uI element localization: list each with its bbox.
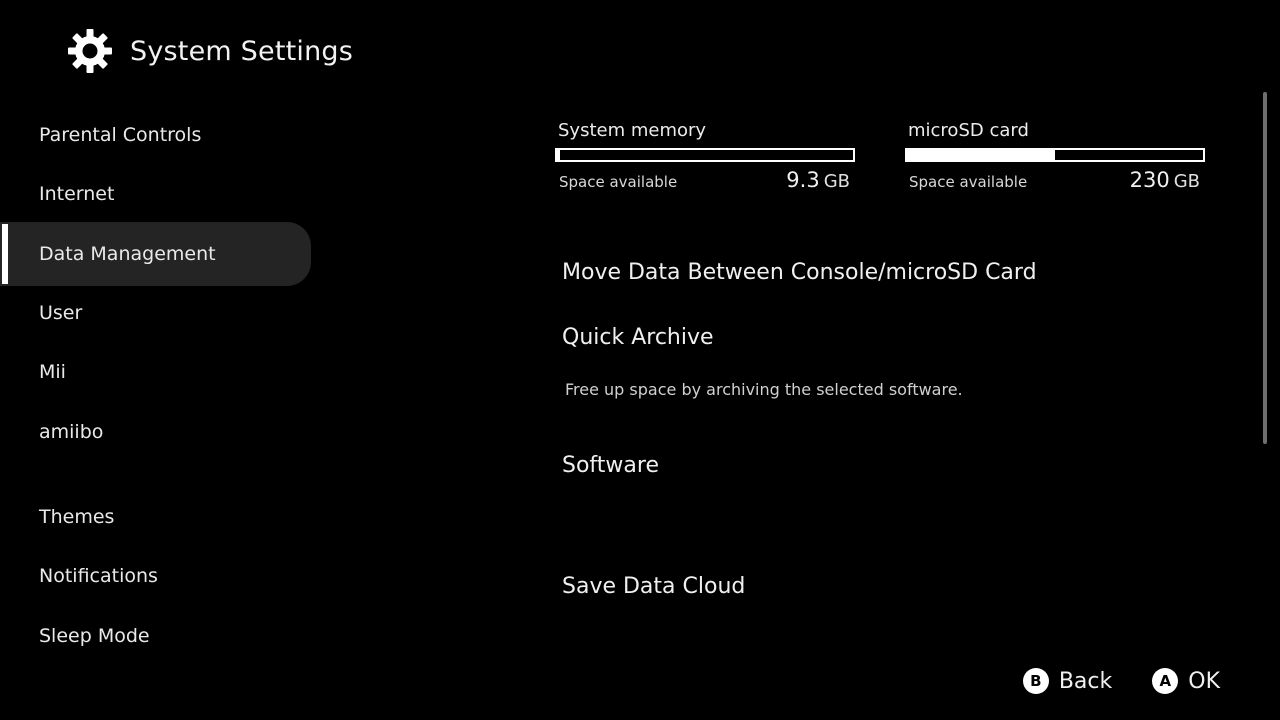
quick-archive-option[interactable]: Quick Archive — [562, 325, 714, 350]
microsd-row: Space available 230 GB — [905, 168, 1205, 192]
sidebar-item-label: User — [39, 302, 83, 324]
ok-label: OK — [1188, 668, 1220, 694]
software-option[interactable]: Software — [562, 453, 659, 478]
system-memory-bar-fill — [557, 150, 560, 160]
sidebar-item-user[interactable]: User — [0, 281, 311, 345]
back-button[interactable]: B Back — [1022, 668, 1113, 694]
sidebar-item-label: Sleep Mode — [39, 625, 150, 647]
sidebar-item-data-management[interactable]: Data Management — [0, 222, 311, 286]
sidebar-item-internet[interactable]: Internet — [0, 162, 311, 226]
sidebar-item-parental-controls[interactable]: Parental Controls — [0, 103, 311, 167]
system-memory-unit: GB — [823, 171, 850, 192]
back-label: Back — [1058, 668, 1113, 694]
quick-archive-description: Free up space by archiving the selected … — [565, 380, 963, 399]
microsd-panel: microSD card Space available 230 GB — [905, 118, 1205, 192]
microsd-title: microSD card — [908, 120, 1029, 141]
sidebar-item-label: Parental Controls — [39, 124, 202, 146]
sidebar-item-label: Themes — [39, 506, 115, 528]
footer-controls: B Back A OK — [983, 668, 1220, 694]
sidebar-item-amiibo[interactable]: amiibo — [0, 400, 311, 464]
system-memory-panel: System memory Space available 9.3 GB — [555, 118, 855, 192]
microsd-amount: 230 GB — [1130, 168, 1200, 192]
sidebar-item-label: Notifications — [39, 565, 158, 587]
sidebar-item-sleep-mode[interactable]: Sleep Mode — [0, 604, 311, 668]
system-memory-row: Space available 9.3 GB — [555, 168, 855, 192]
microsd-value: 230 — [1129, 168, 1170, 192]
save-data-cloud-option[interactable]: Save Data Cloud — [562, 574, 745, 599]
sidebar-item-label: amiibo — [39, 421, 104, 443]
system-memory-title: System memory — [558, 120, 707, 141]
sidebar: Parental Controls Internet Data Manageme… — [0, 0, 312, 720]
settings-screen: System Settings Parental Controls Intern… — [0, 0, 1280, 720]
microsd-unit: GB — [1173, 171, 1200, 192]
sidebar-item-mii[interactable]: Mii — [0, 340, 311, 404]
sidebar-item-notifications[interactable]: Notifications — [0, 544, 311, 608]
sidebar-item-themes[interactable]: Themes — [0, 485, 311, 549]
microsd-bar — [905, 148, 1205, 162]
system-memory-bar — [555, 148, 855, 162]
system-memory-available-label: Space available — [559, 173, 678, 191]
sidebar-item-label: Internet — [39, 183, 115, 205]
ok-button[interactable]: A OK — [1152, 668, 1220, 694]
microsd-bar-fill — [907, 150, 1055, 160]
sidebar-item-label: Mii — [39, 361, 66, 383]
sidebar-item-label: Data Management — [39, 243, 216, 265]
system-memory-amount: 9.3 GB — [786, 168, 850, 192]
system-memory-value: 9.3 — [786, 168, 820, 192]
microsd-available-label: Space available — [909, 173, 1028, 191]
move-data-option[interactable]: Move Data Between Console/microSD Card — [562, 260, 1037, 285]
b-button-icon: B — [1022, 668, 1049, 694]
scrollbar[interactable] — [1263, 92, 1267, 444]
a-button-icon: A — [1152, 668, 1179, 694]
